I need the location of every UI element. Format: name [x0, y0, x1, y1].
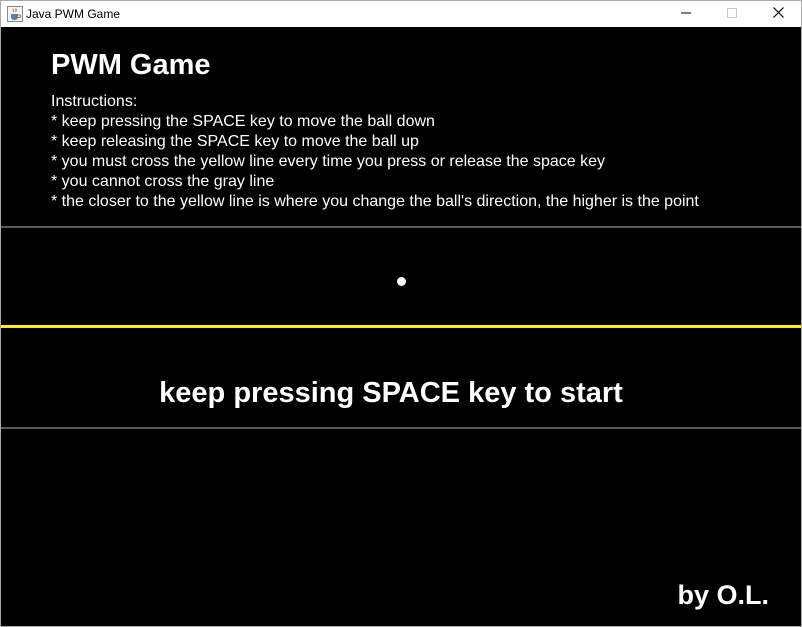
game-canvas[interactable]: PWM Game Instructions: * keep pressing t…: [1, 27, 801, 626]
close-icon: [772, 5, 784, 23]
game-title: PWM Game: [51, 49, 211, 81]
minimize-icon: [681, 5, 691, 23]
start-message: keep pressing SPACE key to start: [159, 377, 623, 409]
app-window: Java PWM Game PWM Game Instructions: * k…: [0, 0, 802, 627]
instructions: Instructions: * keep pressing the SPACE …: [51, 92, 699, 212]
window-title: Java PWM Game: [26, 7, 121, 21]
gray-boundary-line-bottom: [1, 427, 801, 429]
maximize-button[interactable]: [709, 1, 755, 27]
title-bar[interactable]: Java PWM Game: [1, 1, 801, 27]
instruction-item: * keep pressing the SPACE key to move th…: [51, 113, 435, 130]
close-button[interactable]: [755, 1, 801, 27]
ball: [397, 277, 406, 286]
maximize-icon: [727, 5, 737, 23]
instruction-item: * you must cross the yellow line every t…: [51, 153, 606, 170]
instruction-item: * keep releasing the SPACE key to move t…: [51, 133, 419, 150]
gray-boundary-line-top: [1, 226, 801, 228]
instructions-heading: Instructions:: [51, 93, 138, 110]
instruction-item: * you cannot cross the gray line: [51, 173, 275, 190]
author-credit: by O.L.: [677, 580, 769, 610]
java-cup-icon: [7, 6, 23, 22]
minimize-button[interactable]: [663, 1, 709, 27]
yellow-target-line: [1, 325, 801, 328]
instruction-item: * the closer to the yellow line is where…: [51, 193, 699, 210]
